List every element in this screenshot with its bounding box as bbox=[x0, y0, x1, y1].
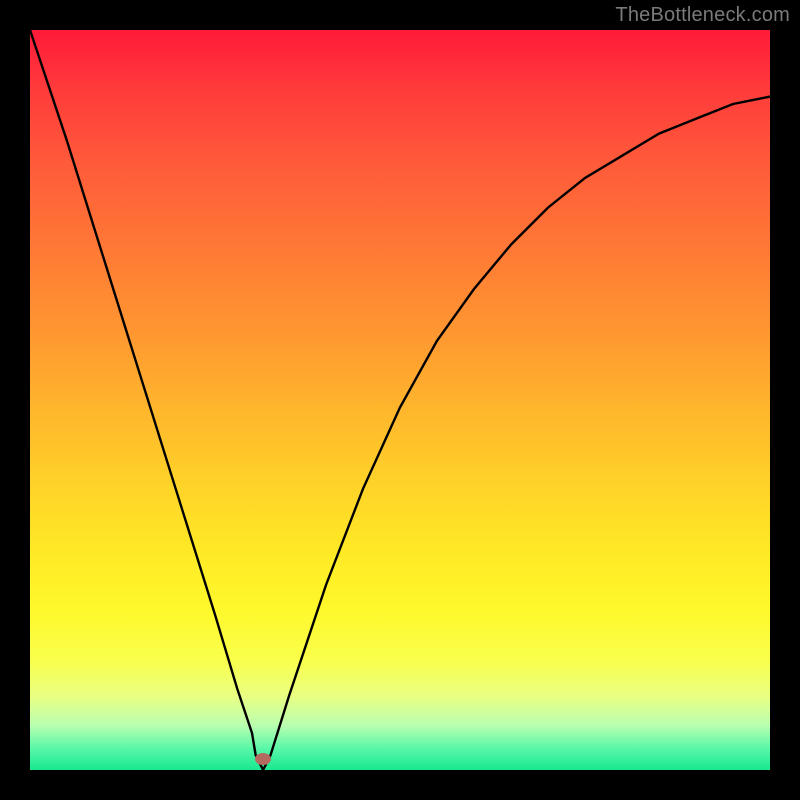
bottleneck-curve bbox=[30, 30, 770, 770]
chart-frame: TheBottleneck.com bbox=[0, 0, 800, 800]
watermark-text: TheBottleneck.com bbox=[615, 4, 790, 27]
curve-svg bbox=[30, 30, 770, 770]
plot-area bbox=[30, 30, 770, 770]
optimal-marker bbox=[255, 753, 271, 765]
